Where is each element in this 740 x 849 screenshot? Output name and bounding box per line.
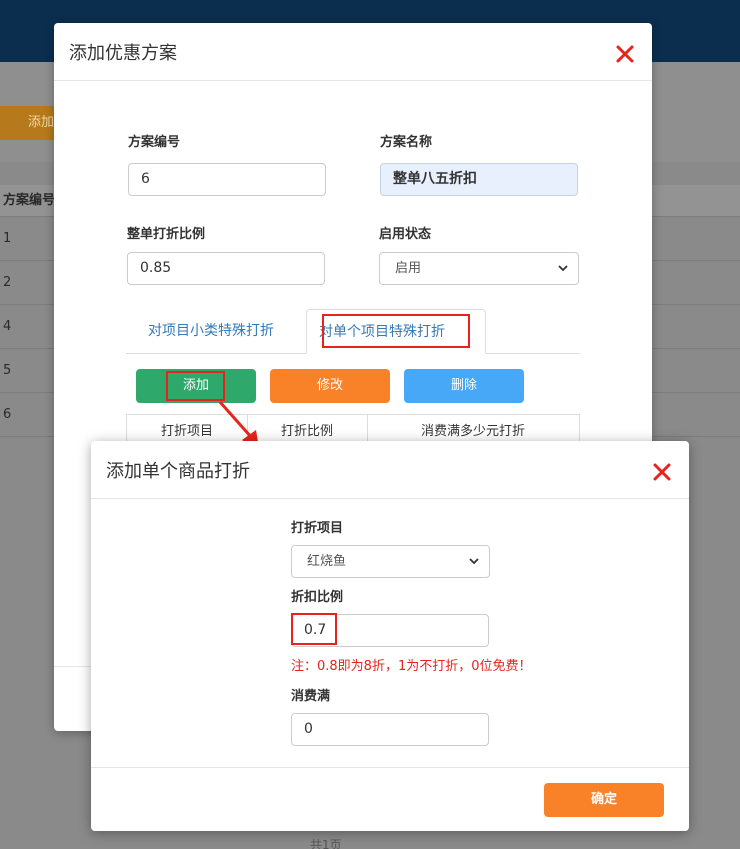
highlight-box	[322, 314, 470, 348]
highlight-box	[291, 613, 337, 645]
min-spend-label: 消费满	[291, 689, 331, 704]
status-select-value: 启用	[395, 261, 422, 276]
ratio-label: 整单打折比例	[127, 227, 206, 242]
plan-dialog-title: 添加优惠方案	[69, 43, 177, 64]
chevron-down-icon	[558, 265, 568, 272]
plan-no-input[interactable]: 6	[128, 163, 326, 196]
edit-button[interactable]: 修改	[270, 369, 390, 403]
plan-dialog-header: 添加优惠方案	[54, 23, 652, 81]
pager: 共1页	[310, 838, 342, 849]
chevron-down-icon	[469, 558, 479, 565]
item-select-value: 红烧鱼	[307, 554, 347, 569]
close-icon[interactable]	[652, 462, 672, 482]
delete-button[interactable]: 删除	[404, 369, 524, 403]
item-label: 打折项目	[291, 521, 344, 536]
divider	[91, 767, 689, 768]
item-dialog-title: 添加单个商品打折	[106, 461, 250, 482]
ratio-note: 注：0.8即为8折，1为不打折，0位免费！	[291, 659, 532, 674]
tab-category-discount[interactable]: 对项目小类特殊打折	[136, 309, 286, 354]
plan-name-input[interactable]: 整单八五折扣	[380, 163, 578, 196]
item-dialog-header: 添加单个商品打折	[91, 441, 689, 499]
close-icon[interactable]	[615, 44, 635, 64]
min-spend-input[interactable]: 0	[291, 713, 489, 746]
item-select[interactable]: 红烧鱼	[291, 545, 490, 578]
status-select[interactable]: 启用	[379, 252, 579, 285]
highlight-box	[166, 371, 225, 401]
ratio-input[interactable]: 0.85	[127, 252, 325, 285]
confirm-button[interactable]: 确定	[544, 783, 664, 817]
plan-no-label: 方案编号	[128, 135, 181, 150]
plan-name-label: 方案名称	[380, 135, 433, 150]
item-discount-dialog: 添加单个商品打折 打折项目 红烧鱼 折扣比例 0.7 注：0.8即为8折，1为不…	[91, 441, 689, 831]
status-label: 启用状态	[379, 227, 432, 242]
discount-ratio-label: 折扣比例	[291, 590, 344, 605]
